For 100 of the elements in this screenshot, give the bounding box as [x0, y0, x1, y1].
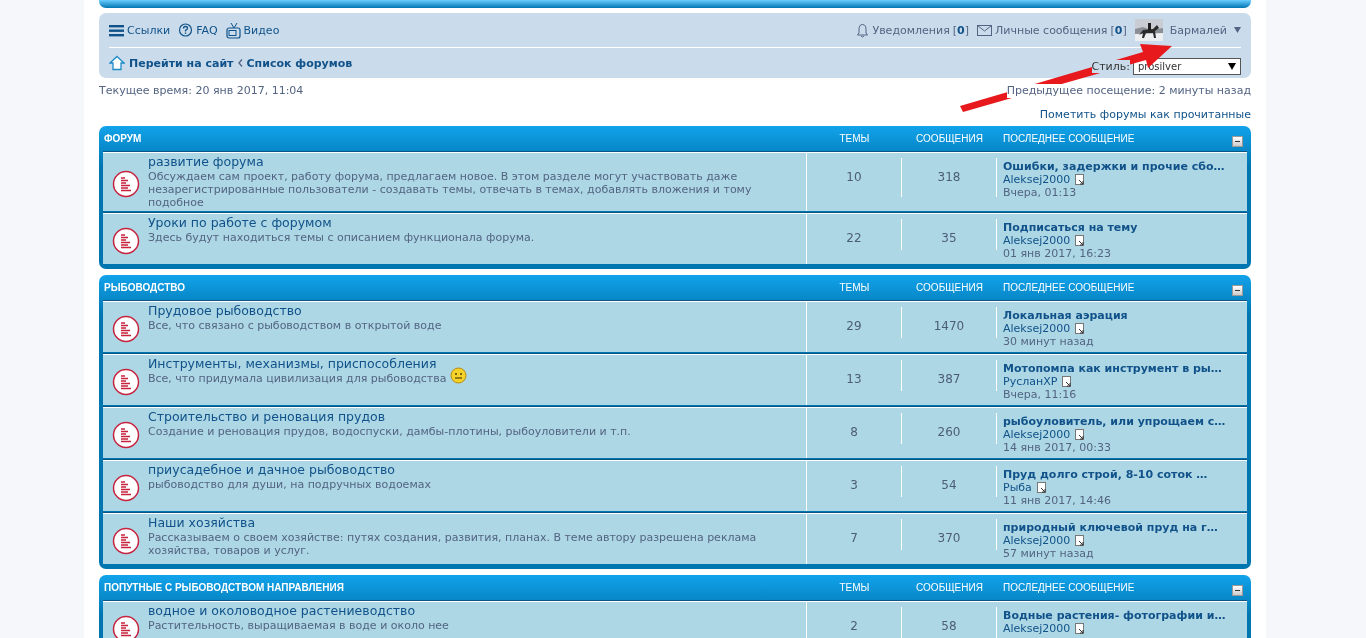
envelope-icon [977, 24, 993, 36]
view-post-icon[interactable] [1036, 482, 1047, 493]
forum-icon[interactable] [112, 614, 140, 638]
author-link[interactable]: Aleksej2000 [1003, 622, 1071, 635]
last-post-time: Вчера, 11:16 [1003, 388, 1078, 401]
collapse-button[interactable] [1231, 584, 1243, 596]
style-select[interactable]: prosilver [1133, 57, 1241, 75]
forum-title[interactable]: Наши хозяйства [148, 515, 796, 531]
messages-link[interactable]: Личные сообщения [0] [977, 23, 1127, 37]
column-header: ТЕМЫ [838, 581, 871, 593]
breadcrumb-link[interactable]: Перейти на сайт [129, 56, 234, 70]
view-post-icon[interactable] [1075, 429, 1086, 440]
last-post-time: 01 янв 2017, 16:23 [1003, 247, 1112, 260]
forum-icon[interactable] [112, 473, 140, 502]
collapse-button[interactable] [1231, 284, 1243, 296]
home-icon [109, 55, 125, 71]
author-link[interactable]: Рыба [1003, 481, 1032, 494]
section-title[interactable]: ПОПУТНЫЕ С РЫБОВОДСТВОМ НАПРАВЛЕНИЯ [103, 581, 807, 593]
column-header: ТЕМЫ [838, 281, 871, 293]
forum-icon[interactable] [112, 420, 140, 449]
column-header: СООБЩЕНИЯ [915, 581, 984, 593]
author-link[interactable]: Aleksej2000 [1003, 428, 1071, 441]
column-header: ТЕМЫ [838, 132, 871, 144]
topics-count: 22 [846, 231, 862, 247]
forum-title[interactable]: Строительство и реновация прудов [148, 409, 631, 425]
view-post-icon[interactable] [1075, 623, 1086, 634]
forum-icon[interactable] [112, 526, 140, 555]
forum-description: Создание и реновация прудов, водоспуски, дамбы-плотины, рыбоуловители и т.п. [148, 425, 631, 438]
mark-read-link[interactable]: Пометить форумы как прочитанные [1039, 108, 1251, 121]
last-post-title[interactable]: Ошибки, задержки и прочие сбо… [1003, 160, 1241, 173]
view-post-icon[interactable] [1075, 174, 1086, 185]
forum-icon[interactable] [112, 226, 140, 255]
author-link[interactable]: Aleksej2000 [1003, 322, 1071, 335]
last-post-title[interactable]: Водные растения- фотографии и… [1003, 609, 1241, 622]
column-header: ПОСЛЕДНЕЕ СООБЩЕНИЕ [1002, 581, 1136, 593]
posts-count: 370 [937, 531, 961, 547]
nav-link[interactable]: Видео [225, 21, 280, 39]
last-post-time: Вчера, 01:13 [1003, 186, 1078, 199]
caret-icon [1234, 27, 1241, 33]
forum-title[interactable]: развитие форума [148, 154, 796, 170]
forum-icon[interactable] [112, 169, 140, 198]
forum-title[interactable]: приусадебное и дачное рыбоводство [148, 462, 431, 478]
view-post-icon[interactable] [1062, 376, 1073, 387]
forum-icon[interactable] [112, 367, 140, 396]
forum-icon[interactable] [112, 314, 140, 343]
user-menu[interactable]: Бармалей [1134, 19, 1241, 41]
last-post-title[interactable]: рыбоуловитель, или упрощаем с… [1003, 415, 1241, 428]
current-time: Текущее время: 20 янв 2017, 11:04 [99, 84, 304, 98]
collapse-button[interactable] [1231, 135, 1243, 147]
last-post-time: 11 янв 2017, 14:46 [1003, 494, 1112, 507]
forum-title[interactable]: Прудовое рыбоводство [148, 303, 442, 319]
tv-icon [225, 21, 241, 39]
breadcrumb-link[interactable]: Список форумов [246, 56, 353, 70]
forum-description: Обсуждаем сам проект, работу форума, предлагаем новое. В этом разделе могут участвовать даже незарегистрированные пользователи - создавать темы, отвечать в темах, добавлять вложения и тому подобное [148, 170, 753, 209]
column-header: СООБЩЕНИЯ [915, 132, 984, 144]
view-post-icon[interactable] [1075, 535, 1086, 546]
topics-count: 10 [846, 170, 862, 186]
column-header: ПОСЛЕДНЕЕ СООБЩЕНИЕ [1002, 132, 1136, 144]
posts-count: 1470 [933, 319, 965, 335]
posts-count: 318 [937, 170, 961, 186]
topics-count: 13 [846, 372, 862, 388]
view-post-icon[interactable] [1075, 235, 1086, 246]
menu-icon [109, 23, 124, 37]
nav-link[interactable]: Ссылки [109, 23, 171, 37]
forum-description: Все, что связано с рыбоводством в открытой воде [148, 319, 442, 332]
last-post-title[interactable]: Пруд долго строй, 8-10 соток … [1003, 468, 1241, 481]
forum-title[interactable]: водное и околоводное растениеводство [148, 603, 449, 619]
posts-count: 35 [941, 231, 957, 247]
forum-title[interactable]: Инструменты, механизмы, приспособления [148, 356, 468, 372]
column-header: СООБЩЕНИЯ [915, 281, 984, 293]
author-link[interactable]: РусланXP [1003, 375, 1058, 388]
style-label: Стиль: [1091, 59, 1130, 73]
forum-title[interactable]: Уроки по работе с форумом [148, 215, 535, 231]
posts-count: 58 [941, 619, 957, 635]
topics-count: 3 [850, 478, 858, 494]
view-post-icon[interactable] [1075, 323, 1086, 334]
author-link[interactable]: Aleksej2000 [1003, 534, 1071, 547]
last-post-title[interactable]: Подписаться на тему [1003, 221, 1241, 234]
nav-link[interactable]: FAQ [178, 22, 218, 38]
posts-count: 260 [937, 425, 961, 441]
last-post-time: 57 минут назад [1003, 547, 1095, 560]
last-post-title[interactable]: природный ключевой пруд на г… [1003, 521, 1241, 534]
author-link[interactable]: Aleksej2000 [1003, 173, 1071, 186]
forum-description: Здесь будут находиться темы с описанием функционала форума. [148, 231, 535, 244]
posts-count: 387 [937, 372, 961, 388]
notifications-link[interactable]: Уведомления [0] [856, 22, 970, 38]
topics-count: 2 [850, 619, 858, 635]
last-visit: Предыдущее посещение: 2 минуты назад [1006, 84, 1251, 98]
last-post-title[interactable]: Мотопомпа как инструмент в ры… [1003, 362, 1241, 375]
author-link[interactable]: Aleksej2000 [1003, 234, 1071, 247]
forum-description: Рассказываем о своем хозяйстве: путях создания, развития, планах. В теме автору разрешена реклама хозяйства, товаров и услуг. [148, 531, 758, 557]
section-title[interactable]: РЫБОВОДСТВО [103, 281, 807, 293]
topics-count: 8 [850, 425, 858, 441]
last-post-title[interactable]: Локальная аэрация [1003, 309, 1241, 322]
topics-count: 29 [846, 319, 862, 335]
topics-count: 7 [850, 531, 858, 547]
section-title[interactable]: ФОРУМ [103, 132, 807, 144]
last-post-time: 30 минут назад [1003, 335, 1095, 348]
caret-icon [1228, 62, 1236, 70]
help-icon [178, 22, 194, 38]
